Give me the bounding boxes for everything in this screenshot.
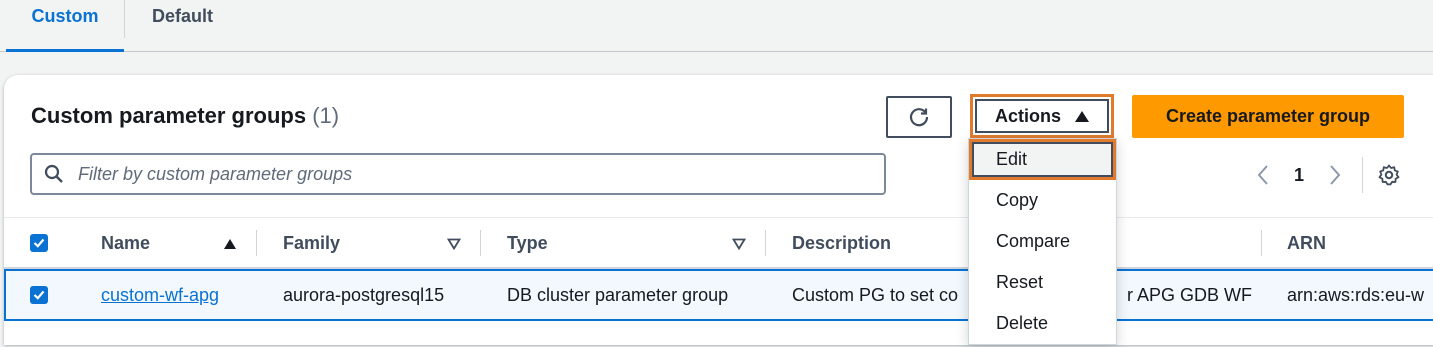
column-divider <box>256 230 257 256</box>
menu-item-compare[interactable]: Compare <box>969 221 1116 262</box>
column-divider <box>1261 230 1262 256</box>
actions-dropdown-menu: Edit Copy Compare Reset Delete <box>968 138 1117 345</box>
table-header: Name Family Type Description ARN <box>4 217 1433 269</box>
checkbox-checked-icon <box>30 234 48 252</box>
settings-gear-icon[interactable] <box>1377 163 1401 187</box>
sort-ascending-icon[interactable] <box>223 238 237 250</box>
header-count: (1) <box>312 103 340 128</box>
menu-item-delete[interactable]: Delete <box>969 303 1116 344</box>
header-title-text: Custom parameter groups <box>31 103 307 128</box>
menu-item-edit[interactable]: Edit <box>969 139 1116 180</box>
actions-button[interactable]: Actions <box>970 94 1114 138</box>
refresh-button[interactable] <box>886 96 952 138</box>
pagination: 1 <box>1248 157 1401 193</box>
column-header-description[interactable]: Description <box>792 218 891 268</box>
tab-default[interactable]: Default <box>152 0 213 52</box>
chevron-left-icon[interactable] <box>1248 164 1278 186</box>
row-arn: arn:aws:rds:eu-w <box>1287 284 1425 305</box>
row-family: aurora-postgresql15 <box>283 284 445 305</box>
checkbox-checked-icon <box>30 286 48 304</box>
select-all-checkbox[interactable] <box>30 218 48 268</box>
caret-up-icon <box>1075 110 1089 122</box>
tab-bar: Custom Default <box>0 0 1433 52</box>
filter-input[interactable] <box>78 163 838 185</box>
column-header-name[interactable]: Name <box>101 218 150 268</box>
row-type: DB cluster parameter group <box>507 284 729 305</box>
column-header-arn[interactable]: ARN <box>1287 218 1326 268</box>
parameter-groups-container: Custom parameter groups (1) Actions Crea… <box>4 75 1433 345</box>
column-divider <box>480 230 481 256</box>
table-row[interactable]: custom-wf-apg aurora-postgresql15 DB clu… <box>4 269 1433 321</box>
page-title: Custom parameter groups (1) <box>31 103 339 129</box>
search-icon <box>44 164 63 183</box>
sort-unsorted-icon[interactable] <box>732 238 746 250</box>
create-parameter-group-button[interactable]: Create parameter group <box>1132 95 1404 138</box>
chevron-right-icon[interactable] <box>1320 164 1350 186</box>
tab-divider <box>124 0 125 38</box>
row-name-link[interactable]: custom-wf-apg <box>101 271 219 319</box>
filter-field[interactable] <box>30 153 886 195</box>
column-divider <box>765 230 766 256</box>
row-description-tail: r APG GDB WF <box>1127 284 1253 305</box>
tab-custom[interactable]: Custom <box>6 0 124 52</box>
menu-item-copy[interactable]: Copy <box>969 180 1116 221</box>
pagination-divider <box>1362 157 1363 193</box>
sort-unsorted-icon[interactable] <box>447 238 461 250</box>
actions-label: Actions <box>994 105 1061 126</box>
menu-item-reset[interactable]: Reset <box>969 262 1116 303</box>
menu-item-edit-label: Edit <box>996 149 1028 169</box>
refresh-icon <box>909 108 929 127</box>
column-header-type[interactable]: Type <box>507 218 548 268</box>
pagination-current-page[interactable]: 1 <box>1278 165 1320 186</box>
row-description: Custom PG to set co <box>792 284 959 305</box>
column-header-family[interactable]: Family <box>283 218 340 268</box>
row-checkbox[interactable] <box>30 271 48 319</box>
